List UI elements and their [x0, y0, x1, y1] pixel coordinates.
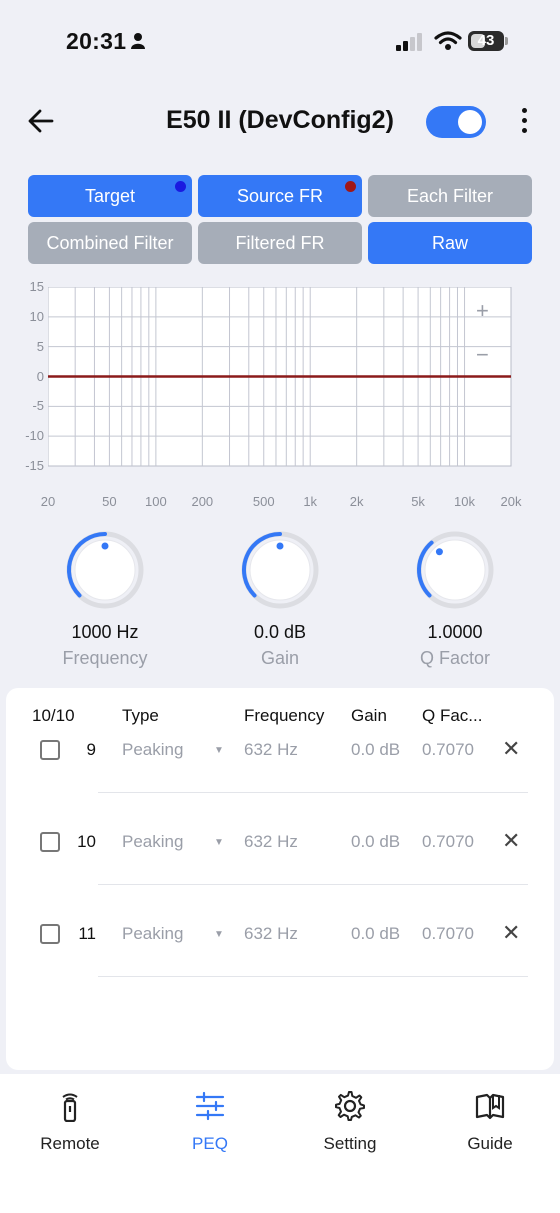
knob-value: 1000 Hz — [71, 622, 139, 642]
x-tick-label: 200 — [191, 494, 214, 509]
nav-label: Guide — [467, 1134, 513, 1153]
knob-body — [424, 539, 486, 601]
mode-button-label: Target — [84, 185, 136, 206]
knob-label: Q Factor — [419, 648, 490, 668]
zoom-out-button[interactable]: − — [476, 342, 489, 368]
chevron-down-icon[interactable]: ▼ — [214, 745, 224, 756]
battery-level-text: 43 — [477, 32, 495, 49]
indicator-dot — [175, 181, 186, 192]
chevron-down-icon[interactable]: ▼ — [214, 929, 224, 940]
knob-indicator — [435, 548, 443, 556]
y-tick-label: -5 — [32, 398, 44, 414]
filter-type-select[interactable]: Peaking — [122, 924, 183, 944]
row-divider — [98, 792, 528, 793]
filter-type-select[interactable]: Peaking — [122, 740, 183, 760]
x-tick-label: 50 — [102, 494, 117, 509]
knob-label: Gain — [260, 648, 300, 668]
knob-indicator — [276, 542, 284, 550]
y-tick-label: -15 — [25, 458, 44, 473]
filter-gain[interactable]: 0.0 dB — [351, 740, 400, 760]
x-tick-label: 500 — [252, 494, 275, 509]
x-tick-label: 5k — [411, 494, 425, 509]
mode-button-label: Source FR — [236, 185, 324, 206]
filter-index: 11 — [78, 924, 96, 943]
nav-label: PEQ — [192, 1134, 228, 1153]
mode-button-combined-filter[interactable]: Combined Filter — [28, 222, 192, 264]
gain-header: Gain — [351, 706, 387, 725]
y-tick-label: 10 — [29, 308, 44, 324]
mode-button-label: Raw — [431, 232, 468, 253]
filter-index: 9 — [86, 740, 96, 759]
y-tick-label: 0 — [36, 368, 44, 384]
toggle-knob — [458, 110, 482, 134]
row-checkbox[interactable] — [40, 740, 60, 760]
y-tick-label: 15 — [29, 279, 44, 294]
mode-button-each-filter[interactable]: Each Filter — [368, 175, 532, 217]
x-tick-label: 10k — [454, 494, 476, 509]
x-tick-label: 20 — [40, 494, 56, 509]
mode-button-source-fr[interactable]: Source FR — [198, 175, 362, 217]
type-header: Type — [122, 706, 159, 725]
knob-indicator — [101, 542, 109, 550]
gear-icon[interactable] — [334, 1090, 366, 1122]
q-factor-header: Q Fac... — [422, 706, 483, 725]
gain-knob[interactable] — [235, 525, 325, 615]
filter-index: 10 — [77, 832, 96, 851]
x-tick-label: 2k — [349, 494, 364, 509]
mode-button-label: Each Filter — [406, 185, 494, 206]
nav-label: Remote — [40, 1134, 100, 1153]
status-time: 20:31 — [66, 28, 127, 54]
x-tick-label: 1k — [303, 494, 318, 509]
filter-q[interactable]: 0.7070 — [422, 832, 474, 852]
person-icon — [131, 33, 145, 49]
mode-button-target[interactable]: Target — [28, 175, 192, 217]
delete-filter-icon[interactable]: ✕ — [502, 920, 520, 946]
mode-button-raw[interactable]: Raw — [368, 222, 532, 264]
x-tick-label: 20k — [500, 494, 522, 509]
sliders-icon[interactable] — [194, 1090, 226, 1122]
knob-value: 1.0000 — [427, 622, 483, 642]
q-factor-knob[interactable] — [410, 525, 500, 615]
frequency-knob[interactable] — [60, 525, 150, 615]
filter-type-select[interactable]: Peaking — [122, 832, 183, 852]
indicator-dot — [345, 181, 356, 192]
filter-q[interactable]: 0.7070 — [422, 740, 474, 760]
enable-toggle[interactable] — [426, 106, 486, 138]
more-options-icon[interactable] — [516, 108, 532, 138]
cellular-signal-icon — [396, 33, 422, 51]
filter-frequency[interactable]: 632 Hz — [244, 924, 298, 944]
knob-value: 0.0 dB — [253, 622, 307, 642]
delete-filter-icon[interactable]: ✕ — [502, 828, 520, 854]
book-icon[interactable] — [474, 1090, 506, 1122]
filter-frequency[interactable]: 632 Hz — [244, 832, 298, 852]
row-checkbox[interactable] — [40, 832, 60, 852]
battery-icon: 43 — [468, 31, 510, 51]
filter-frequency[interactable]: 632 Hz — [244, 740, 298, 760]
filter-q[interactable]: 0.7070 — [422, 924, 474, 944]
x-tick-label: 100 — [145, 494, 167, 509]
zoom-in-button[interactable]: + — [476, 298, 489, 324]
y-tick-label: 5 — [36, 338, 44, 354]
row-divider — [98, 884, 528, 885]
mode-button-label: Combined Filter — [46, 232, 174, 253]
mode-button-filtered-fr[interactable]: Filtered FR — [198, 222, 362, 264]
knob-label: Frequency — [62, 648, 148, 668]
remote-icon[interactable] — [54, 1090, 86, 1122]
row-checkbox[interactable] — [40, 924, 60, 944]
y-tick-label: -10 — [25, 428, 44, 444]
filter-count-header: 10/10 — [32, 706, 75, 725]
row-divider — [98, 976, 528, 977]
frequency-response-chart[interactable] — [48, 287, 512, 467]
nav-label: Setting — [323, 1134, 377, 1153]
delete-filter-icon[interactable]: ✕ — [502, 736, 520, 762]
filter-gain[interactable]: 0.0 dB — [351, 832, 400, 852]
wifi-icon — [434, 31, 462, 50]
filter-gain[interactable]: 0.0 dB — [351, 924, 400, 944]
chevron-down-icon[interactable]: ▼ — [214, 837, 224, 848]
frequency-header: Frequency — [244, 706, 325, 725]
mode-button-label: Filtered FR — [235, 232, 325, 253]
